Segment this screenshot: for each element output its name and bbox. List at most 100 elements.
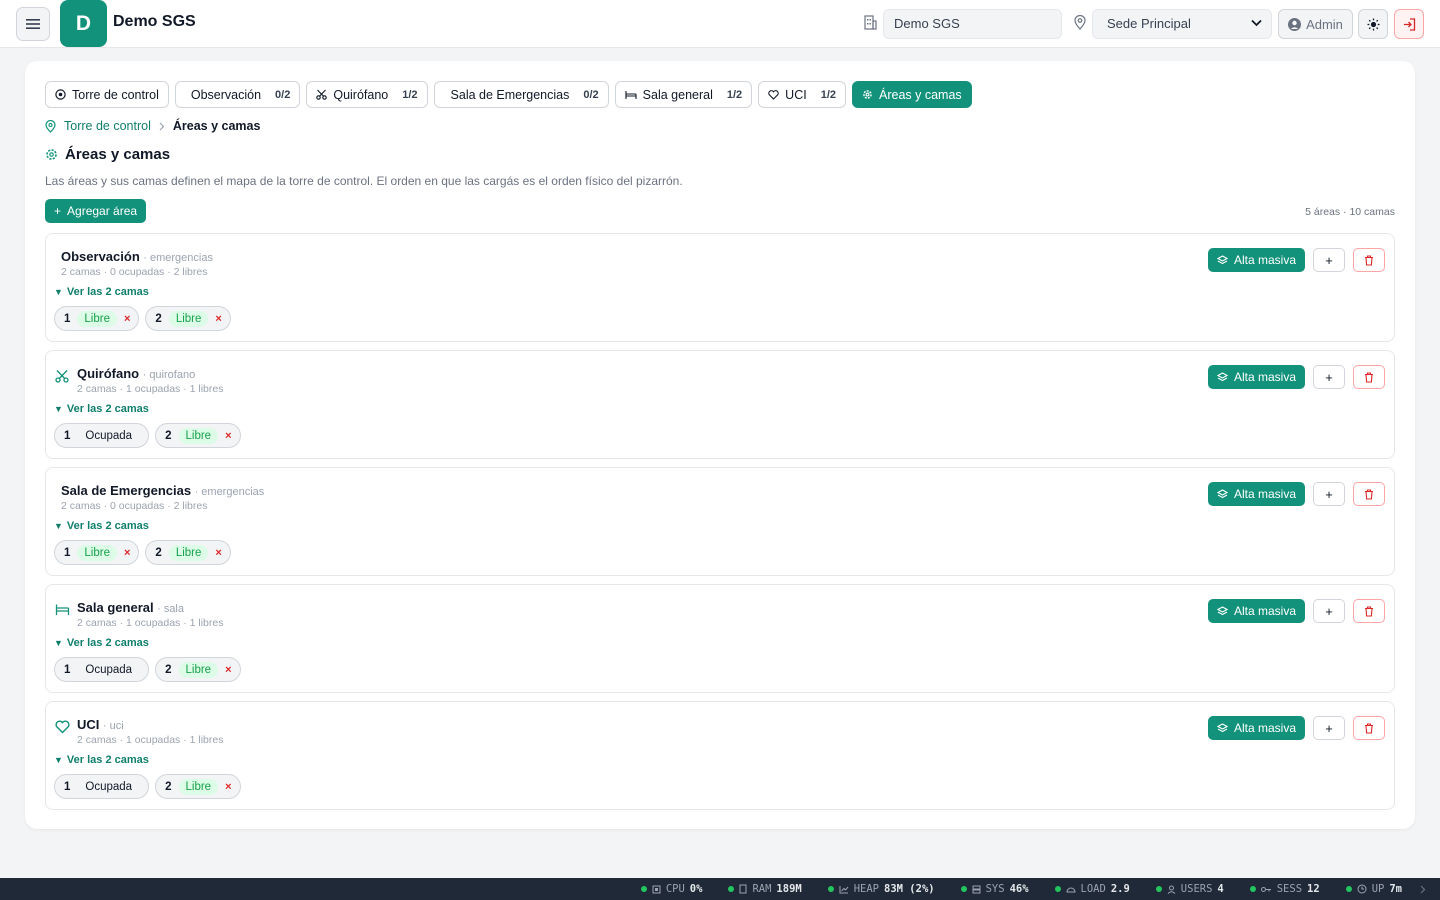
remove-bed-icon[interactable]: × (215, 313, 221, 325)
add-bed-button[interactable]: + (1313, 599, 1345, 623)
user-menu-button[interactable]: Admin (1278, 9, 1353, 39)
delete-area-button[interactable] (1353, 248, 1385, 272)
area-card-sala-general: Sala general · sala 2 camas · 1 ocupadas… (45, 584, 1395, 693)
bed-number: 1 (64, 663, 71, 676)
area-type: · emergencias (143, 252, 213, 264)
tab-uci[interactable]: UCI 1/2 (758, 81, 846, 108)
theme-toggle-button[interactable] (1358, 9, 1388, 39)
beds-toggle[interactable]: ▼ Ver las 2 camas (54, 754, 149, 766)
beds-toggle[interactable]: ▼ Ver las 2 camas (54, 403, 149, 415)
breadcrumb-link-torre[interactable]: Torre de control (64, 119, 151, 133)
areas-summary: 5 áreas · 10 camas (1305, 206, 1395, 218)
organization-field[interactable]: Demo SGS (883, 9, 1062, 39)
bed-chip[interactable]: 2 Libre × (145, 306, 231, 331)
heart-icon (768, 89, 779, 100)
tab-label: UCI (785, 87, 807, 102)
area-header: Observación · emergencias (61, 249, 213, 264)
remove-bed-icon[interactable]: × (225, 781, 231, 793)
bed-number: 1 (64, 780, 71, 793)
tab-sala-general[interactable]: Sala general 1/2 (614, 81, 753, 108)
area-stats: 2 camas · 1 ocupadas · 1 libres (77, 617, 224, 629)
tab-quirofano[interactable]: Quirófano 1/2 (306, 81, 428, 108)
remove-bed-icon[interactable]: × (124, 313, 130, 325)
metric-value: 46% (1009, 883, 1029, 895)
tab-label: Torre de control (72, 87, 159, 102)
chevron-right-icon (159, 122, 165, 130)
tab-torre-de-control[interactable]: Torre de control (45, 81, 169, 108)
server-icon (972, 885, 981, 893)
heart-icon (55, 720, 70, 734)
area-header: Sala de Emergencias · emergencias (61, 483, 264, 498)
beds-toggle[interactable]: ▼ Ver las 2 camas (54, 520, 149, 532)
remove-bed-icon[interactable]: × (225, 430, 231, 442)
area-card-uci: UCI · uci 2 camas · 1 ocupadas · 1 libre… (45, 701, 1395, 810)
trash-icon (1365, 254, 1373, 266)
bulk-add-button[interactable]: Alta masiva (1207, 365, 1305, 389)
remove-bed-icon[interactable]: × (215, 547, 221, 559)
bulk-add-button[interactable]: Alta masiva (1207, 716, 1305, 740)
beds-toggle[interactable]: ▼ Ver las 2 camas (54, 286, 149, 298)
location-pin-icon (45, 119, 56, 133)
remove-bed-icon[interactable]: × (124, 547, 130, 559)
logout-button[interactable] (1394, 9, 1424, 39)
site-select[interactable]: Sede Principal (1092, 9, 1272, 39)
beds-toggle-label: Ver las 2 camas (66, 520, 149, 532)
add-bed-button[interactable]: + (1313, 248, 1345, 272)
bulk-add-button[interactable]: Alta masiva (1207, 248, 1305, 272)
delete-area-button[interactable] (1353, 482, 1385, 506)
beds-list: 1 Ocupada 2 Libre × (54, 774, 241, 799)
page-title: Áreas y camas (45, 146, 170, 163)
bed-chip[interactable]: 1 Ocupada (54, 657, 150, 682)
area-actions: Alta masiva + (1207, 482, 1385, 506)
beds-toggle[interactable]: ▼ Ver las 2 camas (54, 637, 149, 649)
tab-observacion[interactable]: Observación 0/2 (174, 81, 301, 108)
bed-chip[interactable]: 2 Libre × (155, 774, 241, 799)
add-area-button[interactable]: + Agregar área (45, 199, 147, 223)
hamburger-icon (26, 19, 40, 29)
bed-chip[interactable]: 2 Libre × (155, 423, 241, 448)
metric-value: 0% (689, 883, 703, 895)
area-tabs: Torre de control Observación 0/2 Quirófa… (45, 81, 972, 108)
app-title: Demo SGS (113, 13, 196, 30)
metric-value: 12 (1307, 883, 1320, 895)
add-bed-button[interactable]: + (1313, 365, 1345, 389)
bed-chip[interactable]: 2 Libre × (145, 540, 231, 565)
triangle-down-icon: ▼ (54, 755, 63, 765)
metric-label: HEAP (853, 883, 880, 895)
tab-sala-de-emergencias[interactable]: Sala de Emergencias 0/2 (433, 81, 609, 108)
metric-label: SESS (1276, 883, 1303, 895)
bed-chip[interactable]: 1 Libre × (54, 306, 140, 331)
status-dot (1249, 886, 1256, 892)
trash-icon (1365, 488, 1373, 500)
bed-status: Libre (178, 778, 219, 795)
remove-bed-icon[interactable]: × (225, 664, 231, 676)
metric-load: LOAD 2.9 (1054, 883, 1130, 895)
bulk-add-label: Alta masiva (1233, 370, 1296, 384)
bulk-add-button[interactable]: Alta masiva (1207, 482, 1305, 506)
bed-chip[interactable]: 1 Libre × (54, 540, 140, 565)
delete-area-button[interactable] (1353, 365, 1385, 389)
bed-chip[interactable]: 1 Ocupada (54, 774, 150, 799)
area-type: · quirofano (142, 369, 196, 381)
tab-count: 0/2 (583, 88, 599, 101)
tab-areas-y-camas[interactable]: Áreas y camas (852, 81, 972, 108)
beds-toggle-label: Ver las 2 camas (66, 637, 149, 649)
add-bed-button[interactable]: + (1313, 482, 1345, 506)
beds-list: 1 Libre × 2 Libre × (54, 306, 231, 331)
status-dot (1054, 886, 1061, 892)
metric-value: 7m (1389, 883, 1402, 895)
delete-area-button[interactable] (1353, 599, 1385, 623)
layers-icon (1216, 488, 1228, 498)
bed-chip[interactable]: 2 Libre × (155, 657, 241, 682)
user-icon (1167, 885, 1176, 894)
menu-button[interactable] (16, 7, 50, 41)
beds-toggle-label: Ver las 2 camas (66, 403, 149, 415)
bed-chip[interactable]: 1 Ocupada (54, 423, 150, 448)
delete-area-button[interactable] (1353, 716, 1385, 740)
metric-sys: SYS 46% (960, 883, 1029, 895)
add-bed-button[interactable]: + (1313, 716, 1345, 740)
chevron-right-icon[interactable] (1420, 885, 1426, 894)
app-logo: D (60, 0, 107, 47)
bulk-add-button[interactable]: Alta masiva (1207, 599, 1305, 623)
bed-status: Ocupada (77, 427, 141, 444)
